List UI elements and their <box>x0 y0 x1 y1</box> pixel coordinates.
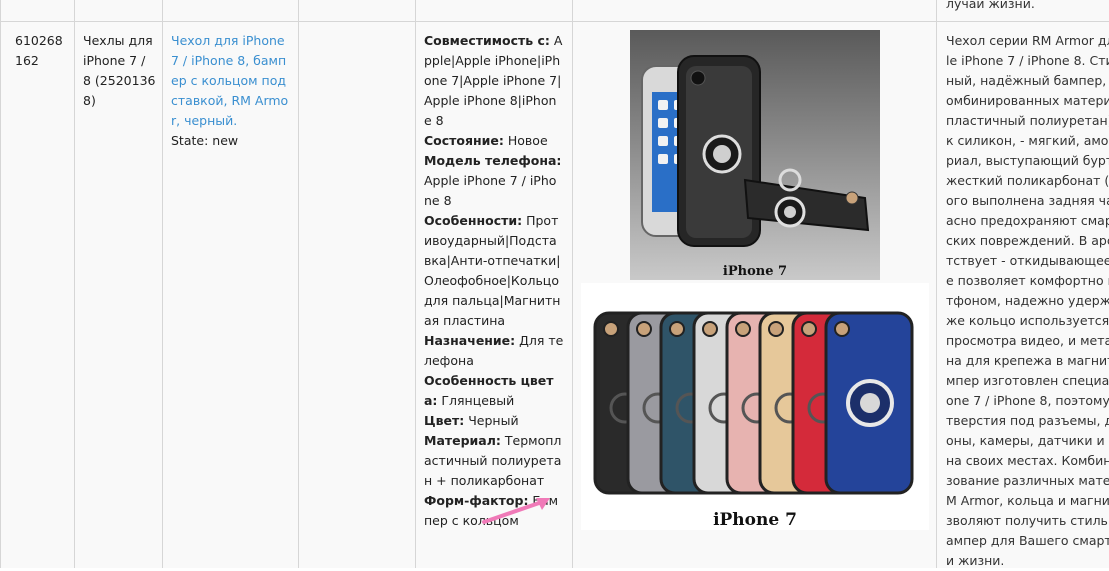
description-line: зование различных матери <box>946 473 1109 488</box>
description-line: оны, камеры, датчики и кн <box>946 433 1109 448</box>
description-line: риал, выступающий бурто <box>946 153 1109 168</box>
description-line: просмотра видео, и металл <box>946 333 1109 348</box>
description-line: мпер изготовлен специаль <box>946 373 1109 388</box>
case-color-variants: iPhone 7 <box>593 311 914 530</box>
description-line: зволяют получить стильны <box>946 513 1109 528</box>
product-description: Чехол серии RM Armor для le iPhone 7 / iP… <box>946 31 1109 571</box>
column-divider <box>162 0 163 568</box>
description-line: е позволяет комфортно по <box>946 273 1109 288</box>
description-line: омбинированных материа <box>946 93 1109 108</box>
product-state: State: new <box>171 133 239 148</box>
case-variant <box>824 311 914 495</box>
spec-value: Глянцевый <box>437 393 515 408</box>
row-divider <box>0 21 1109 22</box>
spec-label: Особенности: <box>424 213 523 228</box>
description-line: тфоном, надежно удержив <box>946 293 1109 308</box>
description-line: пластичный полиуретан) е <box>946 113 1109 128</box>
image-caption: iPhone 7 <box>723 264 787 279</box>
previous-row <box>0 0 1109 21</box>
spec-label: Модель телефона: <box>424 153 562 168</box>
description-line: на своих местах. Комбинир <box>946 453 1109 468</box>
description-line: и жизни. <box>946 553 1005 568</box>
column-divider <box>572 0 573 568</box>
product-title-link[interactable]: Чехол для iPhone 7 / iPhone 8, бампер с … <box>171 33 288 128</box>
spec-item: Материал: Термопластичный полиуретан + п… <box>424 431 564 491</box>
description-line: Чехол серии RM Armor для <box>946 33 1109 48</box>
spec-value: Противоударный|Подставка|Анти-отпечатки|… <box>424 213 561 328</box>
title-cell: Чехол для iPhone 7 / iPhone 8, бампер с … <box>171 31 291 151</box>
spec-value: Черный <box>464 413 519 428</box>
spec-label: Назначение: <box>424 333 516 348</box>
spec-item: Особенность цвета: Глянцевый <box>424 371 564 411</box>
description-line: к силикон, - мягкий, аморт <box>946 133 1109 148</box>
spec-item: Особенности: Противоударный|Подставка|Ан… <box>424 211 564 331</box>
description-line: ный, надёжный бампер, вы <box>946 73 1109 88</box>
spec-list: Совместимость с: Apple|Apple iPhone|iPho… <box>424 31 564 531</box>
description-line: le iPhone 7 / iPhone 8. Стил <box>946 53 1109 68</box>
description-line: жесткий поликарбонат (пл <box>946 173 1109 188</box>
description-line: асно предохраняют смартф <box>946 213 1109 228</box>
product-image-color-variants[interactable]: iPhone 7 <box>581 283 929 530</box>
spec-item: Состояние: Новое <box>424 131 564 151</box>
prev-description-tail: лучаи жизни. <box>946 0 1035 11</box>
product-image-black-case[interactable]: iPhone 7 <box>630 30 880 280</box>
image-caption: iPhone 7 <box>713 510 797 530</box>
spec-value: Apple iPhone 7 / iPhone 8 <box>424 173 557 208</box>
spec-item: Цвет: Черный <box>424 411 564 431</box>
phone-case-illustration: iPhone 7 <box>641 55 870 279</box>
description-line: M Armor, кольца и магнитн <box>946 493 1109 508</box>
spec-item: Назначение: Для телефона <box>424 331 564 371</box>
product-id: 610268162 <box>15 33 63 68</box>
column-divider <box>0 0 1 568</box>
spec-label: Материал: <box>424 433 501 448</box>
description-line: ого выполнена задняя час <box>946 193 1109 208</box>
spec-label: Состояние: <box>424 133 504 148</box>
spec-label: Цвет: <box>424 413 465 428</box>
spec-label: Совместимость с: <box>424 33 550 48</box>
description-line: one 7 / iPhone 8, поэтому во <box>946 393 1109 408</box>
spec-item: Совместимость с: Apple|Apple iPhone|iPho… <box>424 31 564 131</box>
spec-item: Модель телефона: Apple iPhone 7 / iPhone… <box>424 151 564 211</box>
spec-value: Новое <box>503 133 548 148</box>
column-divider <box>936 0 937 568</box>
description-line: тверстия под разъемы, ди <box>946 413 1109 428</box>
description-line: тствует - откидывающееся <box>946 253 1109 268</box>
description-line: ампер для Вашего смартфо <box>946 533 1109 548</box>
column-divider <box>74 0 75 568</box>
table: лучаи жизни. 610268162 Чехлы для iPhone … <box>0 0 1109 568</box>
description-line: же кольцо используется ка <box>946 313 1109 328</box>
pointer-arrow-icon <box>482 498 550 524</box>
column-divider <box>415 0 416 568</box>
column-divider <box>298 0 299 568</box>
description-line: ских повреждений. В арсен <box>946 233 1109 248</box>
description-line: на для крепежа в магнитно <box>946 353 1109 368</box>
product-category: Чехлы для iPhone 7 / 8 (25201368) <box>83 33 156 108</box>
